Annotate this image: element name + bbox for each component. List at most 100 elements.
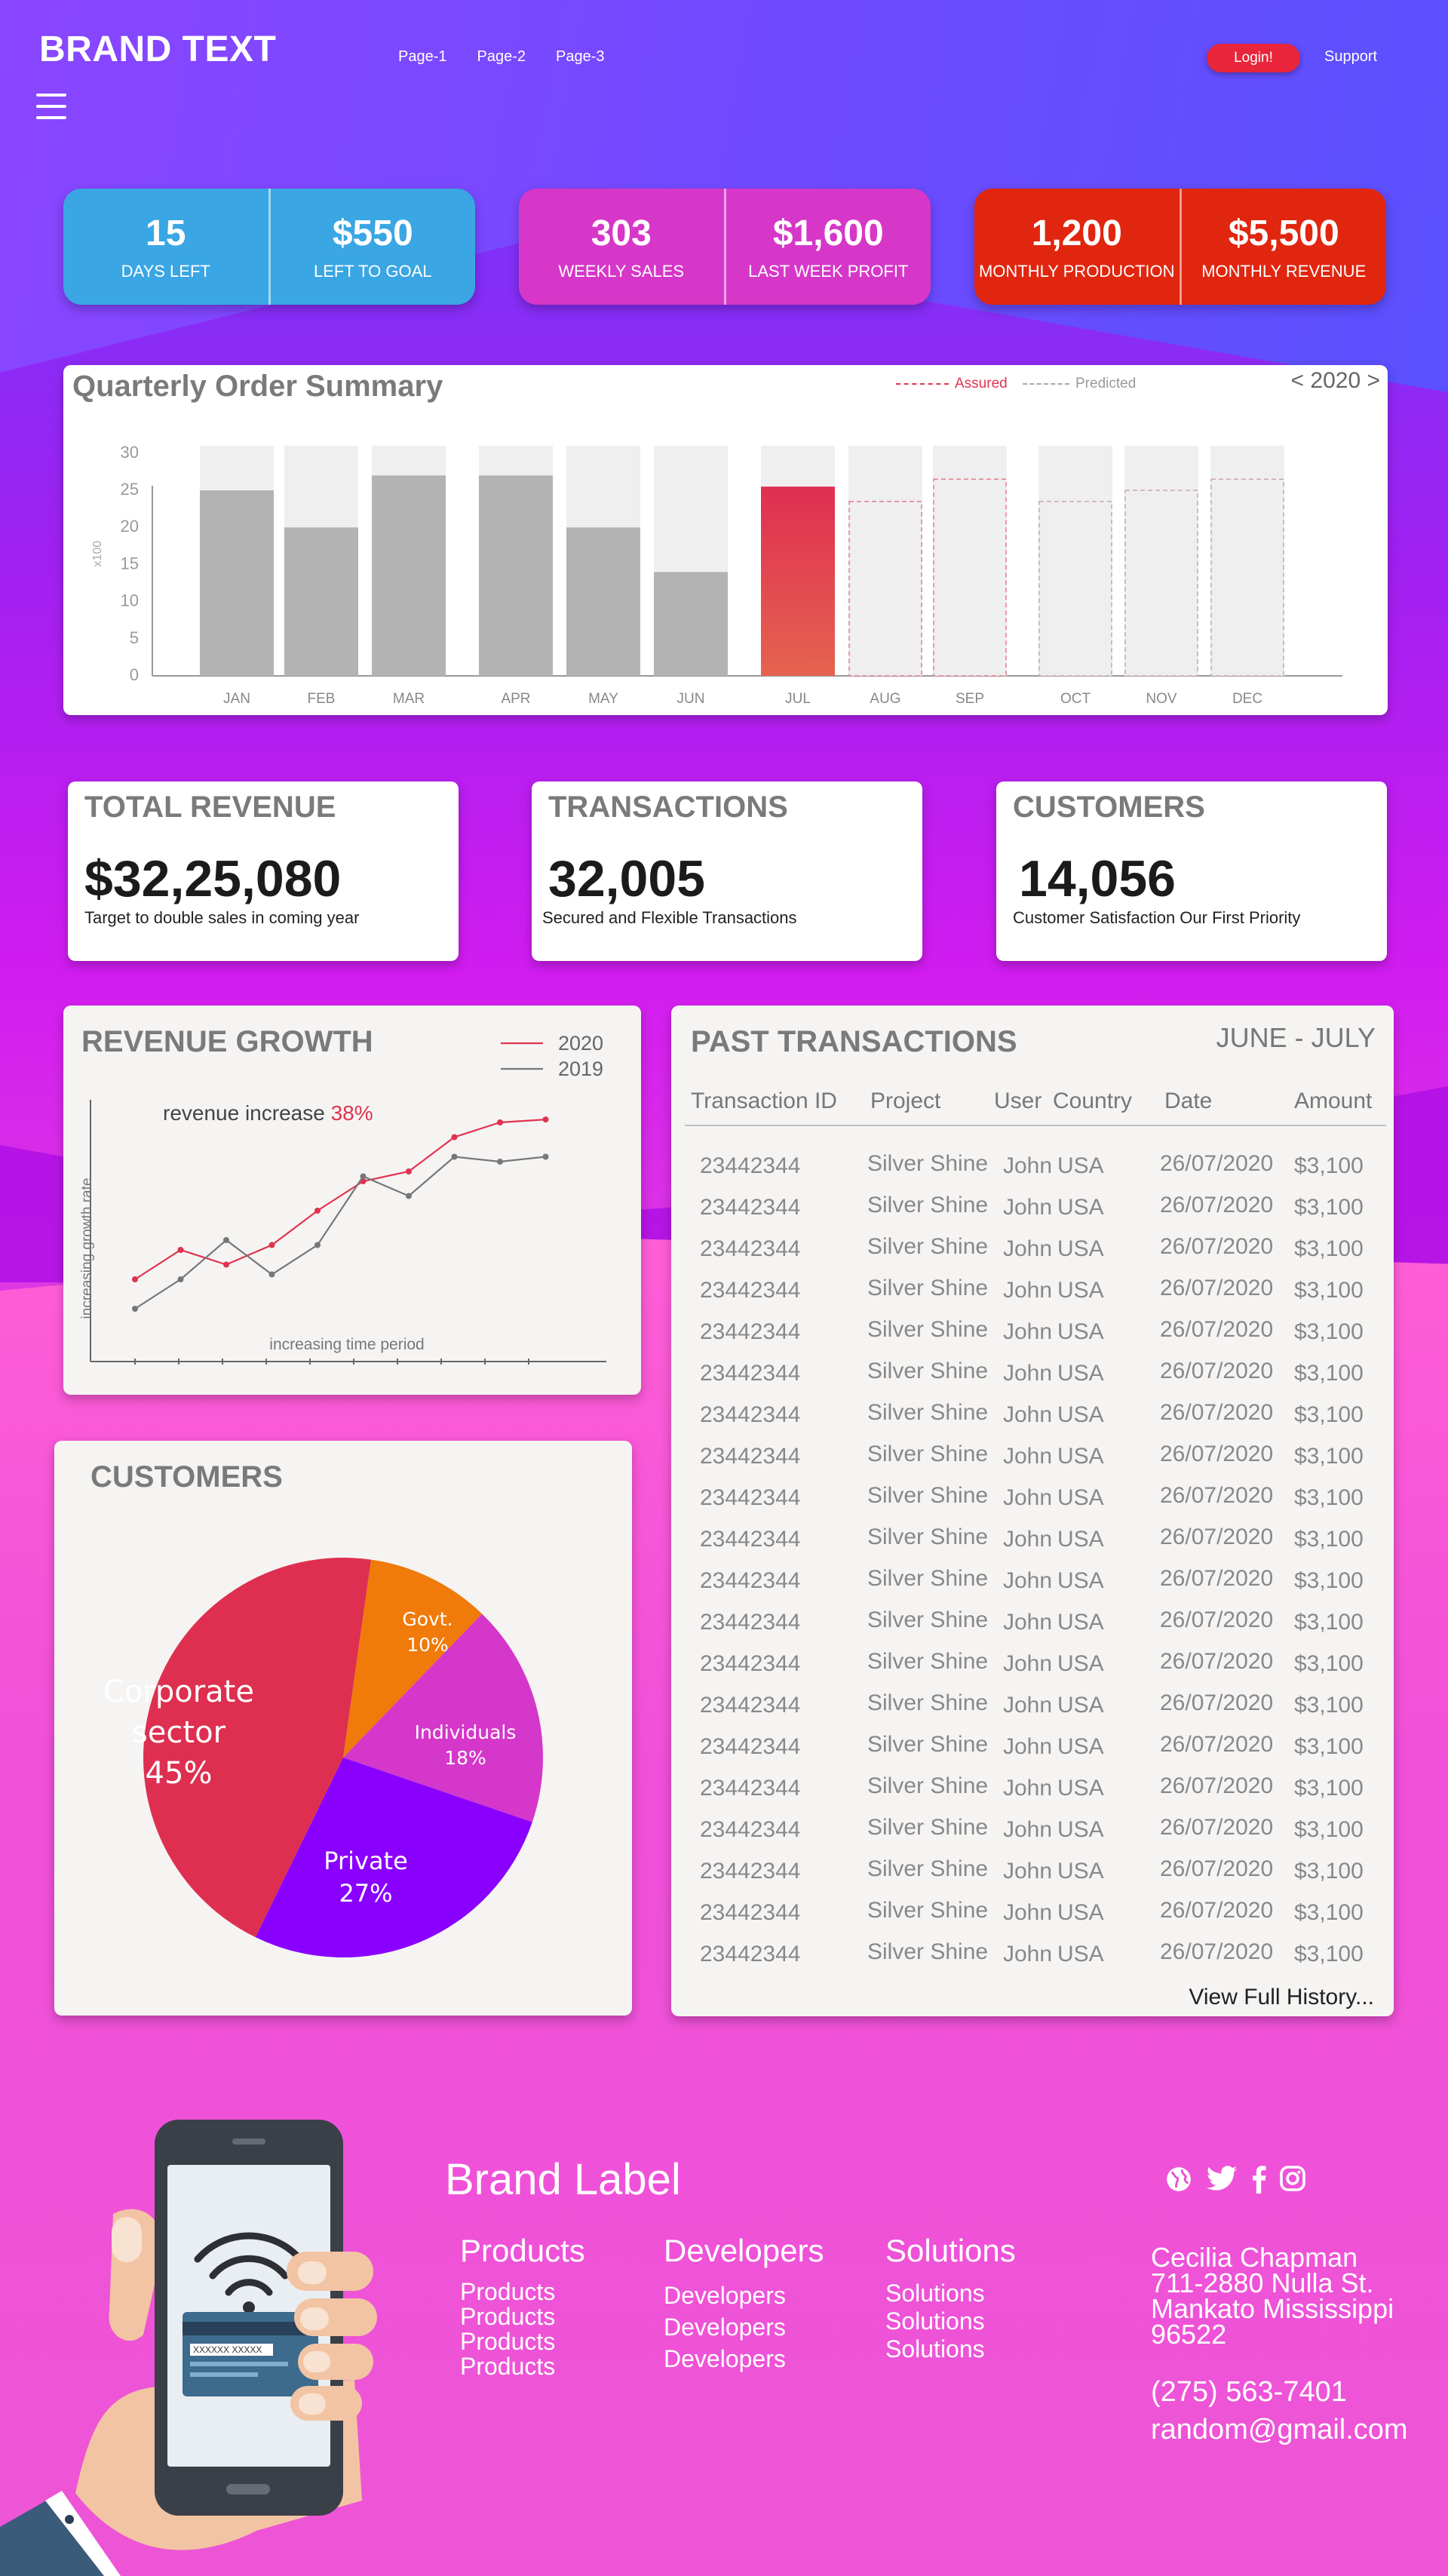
cell-user: John: [1003, 1734, 1053, 1759]
brand-text[interactable]: BRAND TEXT: [39, 29, 276, 70]
table-row[interactable]: 23442344 Silver Shine John USA 26/07/2020 $3,…: [685, 1151, 1386, 1195]
x-tick-label: MAY: [588, 691, 618, 707]
cell-amount: $3,100: [1294, 1361, 1364, 1386]
table-row[interactable]: 23442344 Silver Shine John USA 26/07/2020 $3,…: [685, 1483, 1386, 1527]
cell-date: 26/07/2020: [1160, 1400, 1274, 1425]
footer-column-solutions: Solutions Solutions Solutions Solutions: [885, 2233, 1016, 2363]
footer-email[interactable]: random@gmail.com: [1151, 2414, 1408, 2446]
bar-capacity: [1038, 446, 1112, 676]
column-header-country[interactable]: Country: [1053, 1088, 1132, 1114]
cell-transaction-id: 23442344: [700, 1527, 801, 1552]
cell-amount: $3,100: [1294, 1153, 1364, 1178]
nav-link-page-1[interactable]: Page-1: [398, 48, 447, 66]
footer-phone[interactable]: (275) 563-7401: [1151, 2376, 1347, 2409]
cell-date: 26/07/2020: [1160, 1607, 1274, 1632]
stat-tile-sales: 303 WEEKLY SALES $1,600 LAST WEEK PROFIT: [519, 189, 931, 305]
x-tick-label: JUL: [785, 691, 811, 707]
cell-country: USA: [1057, 1195, 1104, 1220]
customers-pie-card: CUSTOMERS Govt. 10% Individuals 18% Private 2…: [54, 1441, 632, 2016]
footer-heading[interactable]: Products: [460, 2233, 585, 2269]
table-row[interactable]: 23442344 Silver Shine John USA 26/07/2020 $3,…: [685, 1607, 1386, 1651]
cell-amount: $3,100: [1294, 1527, 1364, 1552]
bar-capacity: [1210, 446, 1284, 676]
footer-link[interactable]: Solutions: [885, 2335, 1016, 2363]
past-transactions-card: PAST TRANSACTIONS JUNE - JULY Transactio…: [671, 1006, 1394, 2016]
bar-capacity: [1124, 446, 1198, 676]
data-point: [132, 1276, 138, 1282]
facebook-icon[interactable]: [1250, 2165, 1267, 2194]
table-row[interactable]: 23442344 Silver Shine John USA 26/07/2020 $3,…: [685, 1690, 1386, 1734]
nav-link-page-3[interactable]: Page-3: [556, 48, 605, 66]
table-row[interactable]: 23442344 Silver Shine John USA 26/07/2020 $3,…: [685, 1317, 1386, 1361]
view-full-history-link[interactable]: View Full History...: [1189, 1985, 1374, 2010]
cell-date: 26/07/2020: [1160, 1524, 1274, 1549]
bar-assured: [200, 490, 274, 676]
kpi-value: 32,005: [548, 850, 705, 907]
footer-link[interactable]: Products: [460, 2354, 585, 2379]
address-line: Mankato Mississippi: [1151, 2293, 1394, 2324]
table-row[interactable]: 23442344 Silver Shine John USA 26/07/2020 $3,…: [685, 1732, 1386, 1776]
footer-heading[interactable]: Developers: [664, 2233, 824, 2269]
cell-country: USA: [1057, 1734, 1104, 1759]
table-row[interactable]: 23442344 Silver Shine John USA 26/07/2020 $3,…: [685, 1649, 1386, 1693]
footer-link[interactable]: Developers: [664, 2311, 824, 2343]
footer-link[interactable]: Products: [460, 2304, 585, 2329]
footer-heading[interactable]: Solutions: [885, 2233, 1016, 2269]
instagram-icon[interactable]: [1279, 2165, 1306, 2192]
table-row[interactable]: 23442344 Silver Shine John USA 26/07/2020 $3,…: [685, 1193, 1386, 1236]
cell-project: Silver Shine: [867, 1732, 989, 1757]
data-point: [268, 1271, 275, 1278]
table-row[interactable]: 23442344 Silver Shine John USA 26/07/2020 $3,…: [685, 1856, 1386, 1900]
column-header-date[interactable]: Date: [1164, 1088, 1212, 1114]
address-line: Cecilia Chapman: [1151, 2242, 1358, 2273]
table-row[interactable]: 23442344 Silver Shine John USA 26/07/2020 $3,…: [685, 1234, 1386, 1278]
table-row[interactable]: 23442344 Silver Shine John USA 26/07/2020 $3,…: [685, 1400, 1386, 1444]
footer-brand-label[interactable]: Brand Label: [445, 2154, 681, 2205]
y-tick-label: 20: [121, 517, 139, 536]
table-row[interactable]: 23442344 Silver Shine John USA 26/07/2020 $3,…: [685, 1815, 1386, 1859]
cell-transaction-id: 23442344: [700, 1319, 801, 1344]
cell-transaction-id: 23442344: [700, 1236, 801, 1261]
login-button[interactable]: Login!: [1207, 44, 1300, 72]
cell-project: Silver Shine: [867, 1690, 989, 1715]
cell-country: USA: [1057, 1859, 1104, 1884]
table-row[interactable]: 23442344 Silver Shine John USA 26/07/2020 $3,…: [685, 1939, 1386, 1983]
footer-link[interactable]: Products: [460, 2329, 585, 2354]
cell-amount: $3,100: [1294, 1236, 1364, 1261]
table-row[interactable]: 23442344 Silver Shine John USA 26/07/2020 $3,…: [685, 1773, 1386, 1817]
table-row[interactable]: 23442344 Silver Shine John USA 26/07/2020 $3,…: [685, 1898, 1386, 1942]
data-point: [406, 1168, 412, 1174]
table-row[interactable]: 23442344 Silver Shine John USA 26/07/2020 $3,…: [685, 1359, 1386, 1402]
table-row[interactable]: 23442344 Silver Shine John USA 26/07/2020 $3,…: [685, 1442, 1386, 1485]
monthly-revenue-label: MONTHLY REVENUE: [1201, 261, 1367, 281]
cell-user: John: [1003, 1485, 1053, 1510]
table-row[interactable]: 23442344 Silver Shine John USA 26/07/2020 $3,…: [685, 1276, 1386, 1319]
nav-link-page-2[interactable]: Page-2: [477, 48, 526, 66]
column-header-project[interactable]: Project: [870, 1088, 940, 1114]
cell-project: Silver Shine: [867, 1317, 989, 1342]
hamburger-menu-icon[interactable]: [36, 94, 66, 119]
pie-label-line: 45%: [146, 1756, 213, 1791]
kpi-customers: CUSTOMERS 14,056 Customer Satisfaction O…: [996, 781, 1387, 961]
table-row[interactable]: 23442344 Silver Shine John USA 26/07/2020 $3,…: [685, 1524, 1386, 1568]
column-header-user[interactable]: User: [994, 1088, 1042, 1114]
footer-link[interactable]: Solutions: [885, 2280, 1016, 2307]
table-row[interactable]: 23442344 Silver Shine John USA 26/07/2020 $3,…: [685, 1566, 1386, 1610]
footer-link[interactable]: Developers: [664, 2280, 824, 2311]
cell-country: USA: [1057, 1236, 1104, 1261]
twitter-icon[interactable]: [1205, 2165, 1238, 2194]
support-link[interactable]: Support: [1324, 48, 1377, 66]
column-header-transaction-id[interactable]: Transaction ID: [691, 1088, 837, 1114]
pie-label-line: 27%: [339, 1879, 392, 1908]
series-line-2020: [134, 1119, 546, 1280]
column-header-amount[interactable]: Amount: [1294, 1088, 1372, 1114]
footer-link[interactable]: Solutions: [885, 2307, 1016, 2335]
cell-project: Silver Shine: [867, 1234, 989, 1259]
footer-link[interactable]: Products: [460, 2280, 585, 2304]
cell-user: John: [1003, 1610, 1053, 1635]
globe-icon[interactable]: [1164, 2165, 1193, 2194]
cell-transaction-id: 23442344: [700, 1485, 801, 1510]
x-tick-label: JAN: [223, 691, 250, 707]
footer-link[interactable]: Developers: [664, 2343, 824, 2375]
cell-amount: $3,100: [1294, 1734, 1364, 1759]
